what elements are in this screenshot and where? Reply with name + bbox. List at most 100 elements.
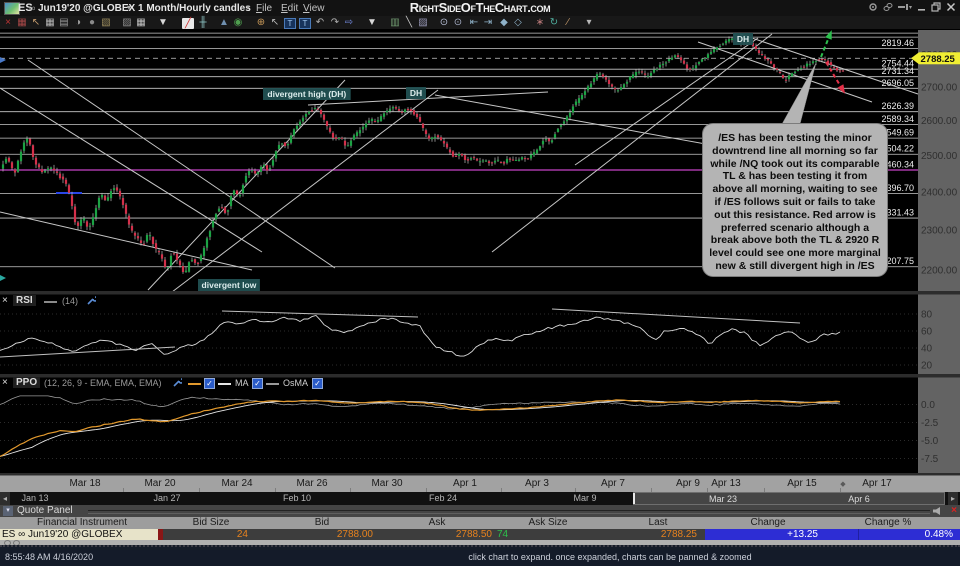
quote-column-header[interactable]: Ask Size: [529, 517, 568, 528]
quote-column-header[interactable]: Bid: [315, 517, 329, 528]
pointer-tool-icon[interactable]: ↖: [30, 16, 42, 29]
draw-marker-icon[interactable]: ╱: [182, 17, 194, 29]
drawing-toolbar: × ▦ ↖ ▦ ▤ ◑ ● ▧ ▨ ▦ ▼ ╱ ╫ ▲ ◉ ⊕ ↖ T T ↶ ↷ ⇨ ▼ ▥ ╲ ▨ ⊙ ⊙ ⇤ ⇥ ◆ ◇ ∗ ↻ ∕ ▾: [0, 16, 960, 30]
svg-text:-5.0: -5.0: [921, 436, 939, 447]
select-box-icon[interactable]: ▦: [16, 16, 28, 29]
date-axis-label: Apr 9: [676, 478, 700, 489]
svg-text:2700.00: 2700.00: [921, 83, 958, 94]
timeframe-dropdown-caret-icon[interactable]: ▾: [246, 3, 250, 12]
quote-ask-size: 74: [497, 529, 509, 540]
scroll-right-icon[interactable]: ▸: [948, 492, 958, 505]
quote-panel-close-icon[interactable]: ×: [951, 505, 957, 516]
ray-tool-icon[interactable]: ▨: [417, 16, 429, 29]
date-axis-label: Mar 18: [69, 478, 101, 489]
menu-edit[interactable]: Edit: [281, 3, 298, 14]
analysis-note[interactable]: /ES has been testing the minor downtrend…: [702, 123, 888, 277]
ppo-params: (12, 26, 9 - EMA, EMA, EMA): [44, 378, 162, 388]
rsi-settings-icon[interactable]: [86, 296, 96, 306]
timeframe-selector[interactable]: 1 Month/Hourly candles: [138, 3, 251, 14]
callout-arrow-icon[interactable]: ⇨: [343, 16, 355, 29]
undo-icon[interactable]: ↶: [314, 16, 326, 29]
scrollbar-thumb-grip[interactable]: [633, 493, 635, 504]
text-note-icon[interactable]: T: [299, 17, 311, 29]
area-chart-icon[interactable]: ▲: [218, 16, 230, 29]
menu-file[interactable]: File: [256, 3, 272, 14]
quote-column-header[interactable]: Last: [649, 517, 668, 528]
chart-style-icon[interactable]: ▨: [121, 16, 133, 29]
zoom-out-icon[interactable]: ⊙: [452, 16, 464, 29]
quote-panel-divider: [88, 510, 930, 514]
date-axis-label: Apr 3: [525, 478, 549, 489]
record-icon[interactable]: ●: [86, 16, 98, 29]
svg-text:40: 40: [921, 344, 933, 355]
quote-panel-collapse-icon[interactable]: ▾: [3, 506, 13, 516]
link-icon[interactable]: [883, 2, 893, 12]
text-label-icon[interactable]: T: [284, 17, 296, 29]
quote-table-row[interactable]: ES ∞ Jun19'20 @GLOBEX 24 2788.00 2788.50…: [0, 529, 960, 540]
quote-change-pct-cell: 0.48%: [858, 529, 960, 540]
quote-ask: 2788.50: [455, 529, 492, 540]
svg-text:0.0: 0.0: [921, 400, 935, 411]
zoom-in-icon[interactable]: ⊙: [438, 16, 450, 29]
svg-text:80: 80: [921, 310, 933, 321]
delete-drawing-icon[interactable]: ×: [2, 16, 14, 29]
rsi-close-icon[interactable]: ×: [2, 295, 8, 306]
globe-icon[interactable]: ◉: [232, 16, 244, 29]
quote-table-header: Financial Instrument Bid Size Bid Ask Ask Si…: [0, 517, 960, 529]
alert-speaker-icon[interactable]: [933, 507, 942, 515]
shrink-bars-icon[interactable]: ◇: [512, 16, 524, 29]
refresh-icon[interactable]: ↻: [548, 16, 560, 29]
scrollbar-date-label: Mar 23: [708, 494, 738, 504]
menu-view[interactable]: View: [303, 3, 325, 14]
step-back-icon[interactable]: ⇤: [468, 16, 480, 29]
ppo-visible-checkbox[interactable]: ✓: [204, 378, 215, 389]
symbol-dropdown-caret-icon[interactable]: ▾: [127, 3, 131, 12]
quote-column-header[interactable]: Financial Instrument: [37, 517, 127, 528]
date-axis-label: Mar 20: [144, 478, 176, 489]
quote-column-header[interactable]: Change: [750, 517, 785, 528]
quote-column-header[interactable]: Ask: [429, 517, 446, 528]
layout-menu-icon[interactable]: ▼: [157, 16, 169, 29]
crosshair-icon[interactable]: ⊕: [255, 16, 267, 29]
quote-panel-titlebar: ▾ Quote Panel ×: [0, 505, 960, 517]
scrollbar-thumb[interactable]: Mar 23 Apr 6: [633, 492, 945, 505]
restore-icon[interactable]: [931, 2, 941, 12]
step-forward-icon[interactable]: ⇥: [482, 16, 494, 29]
minimize-icon[interactable]: [917, 2, 926, 12]
ppo-ma-label: MA: [235, 378, 249, 388]
redo-icon[interactable]: ↷: [329, 16, 341, 29]
close-window-icon[interactable]: [946, 2, 956, 12]
layout-icon[interactable]: ▦: [135, 16, 147, 29]
ppo-settings-icon[interactable]: [172, 378, 182, 388]
drawings-menu-icon[interactable]: ▼: [366, 16, 378, 29]
quote-column-header[interactable]: Bid Size: [193, 517, 230, 528]
settings-gear-icon[interactable]: [868, 2, 878, 12]
image-export-icon[interactable]: ◑: [72, 16, 84, 29]
svg-text:2500.00: 2500.00: [921, 151, 958, 162]
candle-type-icon[interactable]: ╫: [197, 16, 209, 29]
cursor-select-icon[interactable]: ↖: [269, 16, 281, 29]
folder-icon[interactable]: ▧: [100, 16, 112, 29]
svg-text:DH: DH: [737, 34, 749, 44]
trendline-tool-icon[interactable]: ╲: [403, 16, 415, 29]
ppo-close-icon[interactable]: ×: [2, 377, 8, 388]
rsi-title[interactable]: RSI: [13, 295, 36, 306]
indicator-panel-icon[interactable]: ▥: [389, 16, 401, 29]
ppo-title[interactable]: PPO: [13, 377, 41, 388]
contract-label[interactable]: Jun19'20 @GLOBEX: [38, 3, 135, 14]
pin-icon[interactable]: [898, 2, 912, 12]
date-axis[interactable]: Mar 18 Mar 20 Mar 24 Mar 26 Mar 30 Apr 1 Apr 3…: [0, 475, 960, 493]
themes-icon[interactable]: ∗: [534, 16, 546, 29]
toolbar-more-icon[interactable]: ▾: [583, 16, 595, 29]
svg-text:2600.00: 2600.00: [921, 116, 958, 127]
print-icon[interactable]: ▤: [58, 16, 70, 29]
settings-wrench-icon[interactable]: ∕: [562, 16, 574, 29]
scroll-left-icon[interactable]: ◂: [0, 492, 10, 505]
ppo-ma-checkbox[interactable]: ✓: [252, 378, 263, 389]
quote-column-header[interactable]: Change %: [865, 517, 912, 528]
ppo-osma-checkbox[interactable]: ✓: [312, 378, 323, 389]
quote-instrument-cell[interactable]: ES ∞ Jun19'20 @GLOBEX: [0, 529, 158, 540]
time-scrollbar[interactable]: Mar 23 Apr 6 ◂ ▸ Jan 13 Jan 27 Feb 10 Feb 24…: [0, 492, 960, 505]
expand-bars-icon[interactable]: ◆: [498, 16, 510, 29]
grid-toggle-icon[interactable]: ▦: [44, 16, 56, 29]
